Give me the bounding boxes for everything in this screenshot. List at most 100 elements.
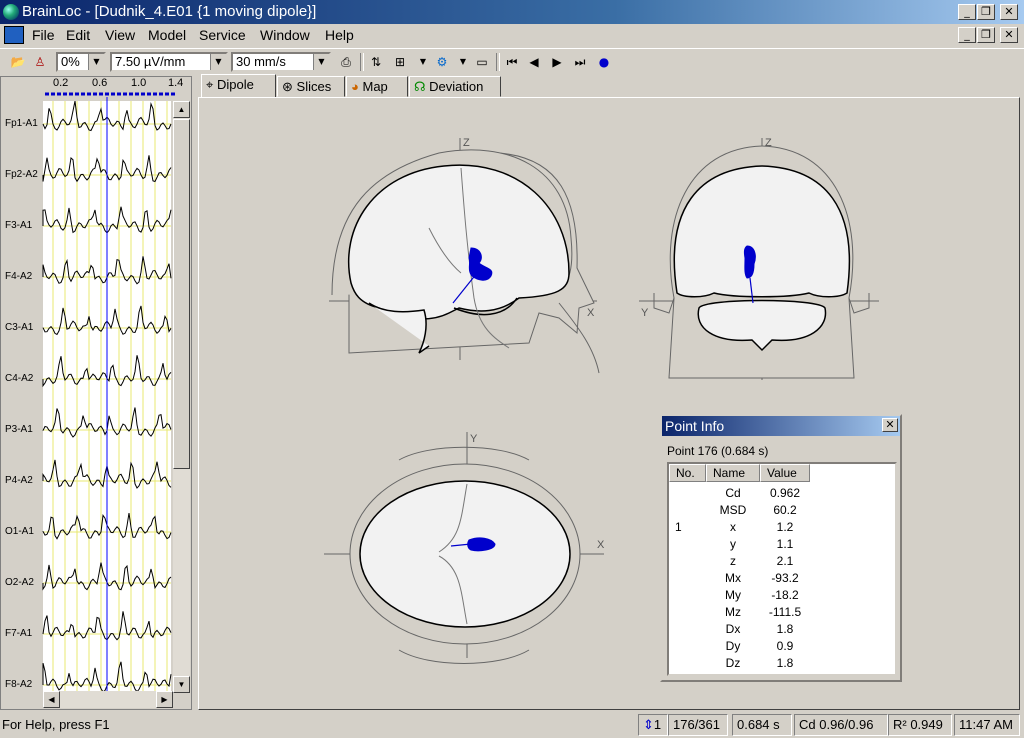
menu-help[interactable]: Help (325, 27, 354, 43)
filter-icon[interactable]: ⚙ (432, 52, 452, 72)
map-tab-icon: ◕ (351, 79, 359, 94)
menu-service[interactable]: Service (199, 27, 246, 43)
montage-icon[interactable]: ⊞ (390, 52, 410, 72)
speed-combo[interactable]: 30 mm/s ▼ (231, 52, 331, 72)
mdi-restore-button[interactable]: ❐ (977, 27, 995, 43)
channel-label: O2-A2 (5, 577, 34, 588)
video-icon[interactable]: ▭ (472, 52, 492, 72)
status-r2: R² 0.949 (888, 714, 952, 736)
status-cd: Cd 0.96/0.96 (794, 714, 888, 736)
menu-file[interactable]: File (32, 27, 55, 43)
scroll-down-button[interactable]: ▼ (173, 676, 190, 693)
offset-value: 0% (61, 54, 80, 69)
next-icon[interactable]: ▶ (547, 52, 567, 72)
dipole-marker-icon[interactable]: ● (594, 52, 614, 72)
menu-bar: File Edit View Model Service Window Help… (0, 24, 1024, 46)
row-name: My (725, 588, 741, 602)
patient-icon[interactable]: ♙ (30, 52, 50, 72)
channel-label: F7-A1 (5, 628, 33, 639)
close-button[interactable]: ✕ (1000, 4, 1018, 20)
row-name: Mx (725, 571, 741, 585)
chevron-down-icon[interactable]: ▼ (313, 54, 329, 70)
vertical-scrollbar[interactable]: ▲ ▼ (173, 101, 190, 693)
column-header-value[interactable]: Value (760, 464, 810, 482)
print-icon[interactable]: ⎙ (336, 52, 356, 72)
toolbar: 📂 ♙ 0% ▼ 7.50 µV/mm ▼ 30 mm/s ▼ ⎙ ⇅ ⊞ ▼ … (0, 48, 1024, 75)
channel-label: Fp1-A1 (5, 118, 38, 129)
slices-tab-icon: ⊛ (282, 79, 293, 94)
chevron-down-icon[interactable]: ▼ (413, 52, 433, 72)
row-no: 1 (675, 520, 682, 534)
point-info-title: Point Info (665, 418, 725, 434)
row-value: -111.5 (768, 605, 802, 619)
row-value: 60.2 (773, 503, 797, 517)
tab-dipole[interactable]: ⌖ Dipole (201, 74, 276, 98)
column-header-name[interactable]: Name (706, 464, 760, 482)
row-name: Dx (725, 622, 741, 636)
row-name: x (730, 520, 736, 534)
axial-x-label: X (597, 539, 605, 551)
menu-model[interactable]: Model (148, 27, 186, 43)
minimize-button[interactable]: _ (958, 4, 976, 20)
document-icon[interactable] (4, 26, 24, 44)
tab-slices[interactable]: ⊛ Slices (277, 76, 345, 97)
row-name: z (730, 554, 736, 568)
eeg-panel: 0.2 0.6 1.0 1.4 Fp1-A1 Fp2-A2 F3-A1 F4-A2 C3… (0, 76, 192, 710)
sagittal-view[interactable]: Z X (329, 137, 600, 374)
tab-deviation[interactable]: ☊ Deviation (409, 76, 501, 97)
mdi-minimize-button[interactable]: _ (958, 27, 976, 43)
prev-icon[interactable]: ◀ (524, 52, 544, 72)
title-bar[interactable]: BrainLoc - [Dudnik_4.E01 {1 moving dipol… (0, 0, 1024, 24)
chevron-down-icon[interactable]: ▼ (88, 54, 104, 70)
status-dipole-count: ⇕1 (638, 714, 668, 736)
row-name: y (730, 537, 736, 551)
dipole-count-value: 1 (653, 717, 662, 732)
point-info-window[interactable]: Point Info ✕ Point 176 (0.684 s) No. Nam… (660, 414, 902, 682)
status-bar: For Help, press F1 ⇕1 176/361 0.684 s Cd… (0, 712, 1024, 738)
tab-label: Deviation (429, 79, 484, 94)
channel-label: F4-A2 (5, 271, 33, 282)
channel-label: C4-A2 (5, 373, 34, 384)
open-folder-icon[interactable]: 📂 (8, 52, 28, 72)
row-value: -18.2 (771, 588, 799, 602)
row-value: 1.8 (776, 656, 794, 670)
channel-label: Fp2-A2 (5, 169, 38, 180)
row-name: Dy (725, 639, 741, 653)
row-value: -93.2 (771, 571, 799, 585)
offset-combo[interactable]: 0% ▼ (56, 52, 106, 72)
menu-view[interactable]: View (105, 27, 135, 43)
chevron-down-icon[interactable]: ▼ (210, 54, 226, 70)
coronal-z-label: Z (765, 137, 772, 149)
sagittal-x-label: X (587, 307, 595, 319)
horizontal-scrollbar[interactable]: ◀ ▶ (43, 691, 173, 708)
row-value: 1.1 (776, 537, 794, 551)
row-name: MSD (719, 503, 747, 517)
row-name: Mz (725, 605, 741, 619)
column-header-no[interactable]: No. (669, 464, 706, 482)
menu-edit[interactable]: Edit (66, 27, 90, 43)
last-page-icon[interactable]: ⏭ (570, 52, 590, 72)
scroll-thumb[interactable] (173, 119, 190, 469)
point-info-titlebar[interactable]: Point Info (662, 416, 900, 436)
sensitivity-combo[interactable]: 7.50 µV/mm ▼ (110, 52, 228, 72)
tab-map[interactable]: ◕ Map (346, 76, 408, 97)
coronal-view[interactable]: Z Y (639, 137, 879, 380)
channel-label: P4-A2 (5, 475, 33, 486)
toolbar-separator (496, 53, 500, 71)
scroll-up-button[interactable]: ▲ (173, 101, 190, 118)
scroll-left-button[interactable]: ◀ (43, 691, 60, 708)
menu-window[interactable]: Window (260, 27, 310, 43)
row-value: 0.962 (769, 486, 801, 500)
scroll-right-button[interactable]: ▶ (156, 691, 173, 708)
axial-view[interactable]: Y X (324, 432, 605, 664)
first-page-icon[interactable]: ⏮ (502, 52, 522, 72)
dipole-icon: ⇕ (643, 717, 654, 732)
brainloc-app-icon[interactable] (3, 4, 19, 20)
status-time: 0.684 s (732, 714, 792, 736)
mdi-close-button[interactable]: ✕ (1000, 27, 1018, 43)
sensitivity-value: 7.50 µV/mm (115, 54, 186, 69)
point-info-close-button[interactable]: ✕ (882, 418, 898, 432)
chevron-down-icon[interactable]: ▼ (453, 52, 473, 72)
restore-button[interactable]: ❐ (977, 4, 995, 20)
axes-icon[interactable]: ⇅ (366, 52, 386, 72)
